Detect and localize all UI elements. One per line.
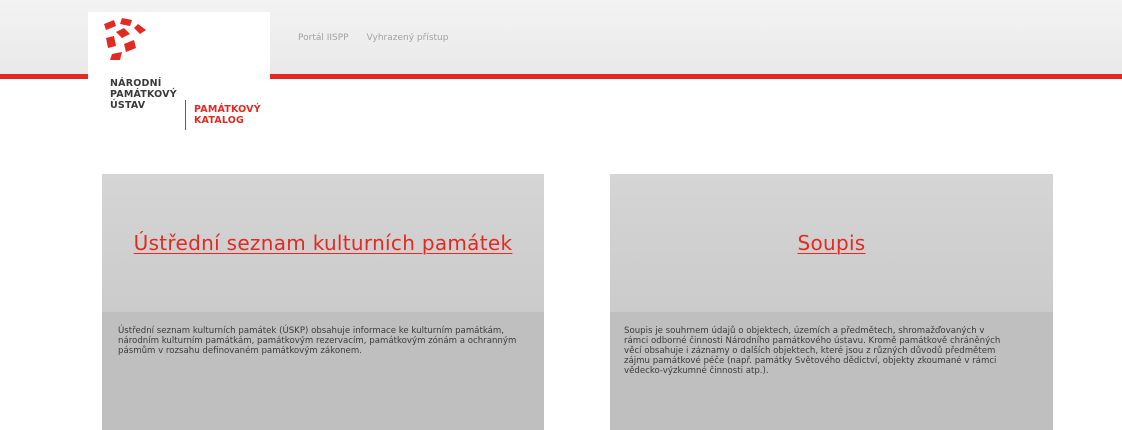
card-uskp-description: Ústřední seznam kulturních památek (ÚSKP… [118,326,517,356]
card-soupis: Soupis Soupis je souhrnem údajů o objekt… [610,174,1053,430]
card-soupis-body: Soupis je souhrnem údajů o objektech, úz… [610,312,1053,430]
card-soupis-title-link[interactable]: Soupis [797,231,865,255]
card-soupis-description: Soupis je souhrnem údajů o objektech, úz… [624,326,1001,376]
card-uskp-title-link[interactable]: Ústřední seznam kulturních památek [134,231,513,255]
card-uskp-header: Ústřední seznam kulturních památek [102,174,544,312]
card-uskp: Ústřední seznam kulturních památek Ústře… [102,174,544,430]
card-uskp-body: Ústřední seznam kulturních památek (ÚSKP… [102,312,544,430]
top-navigation: Portál IISPP Vyhrazený přístup [298,33,448,43]
nav-link-portal-iispp[interactable]: Portál IISPP [298,33,349,43]
logo-divider [185,100,186,130]
institution-name: NÁRODNÍ PAMÁTKOVÝ ÚSTAV [110,78,177,111]
card-soupis-header: Soupis [610,174,1053,312]
site-logo[interactable]: NÁRODNÍ PAMÁTKOVÝ ÚSTAV PAMÁTKOVÝ KATALO… [88,12,270,138]
nav-link-restricted-access[interactable]: Vyhrazený přístup [367,33,449,43]
catalog-name: PAMÁTKOVÝ KATALOG [194,104,261,126]
npu-logo-icon [104,18,146,60]
